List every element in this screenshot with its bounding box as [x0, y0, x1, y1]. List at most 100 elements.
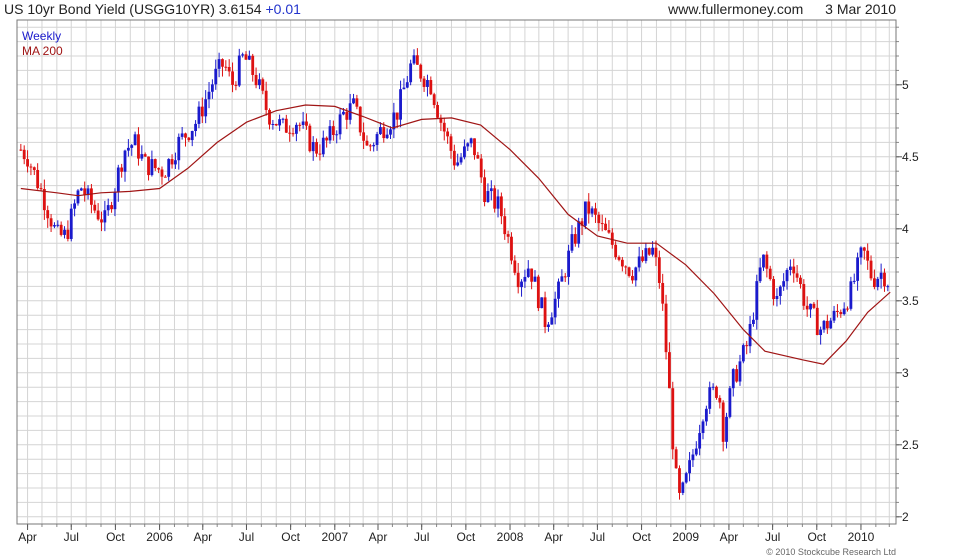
- candle-body: [207, 91, 211, 100]
- candle-body: [547, 324, 550, 328]
- candle-body: [671, 388, 675, 450]
- candle-body: [210, 84, 214, 92]
- candle-body: [274, 123, 278, 126]
- candle-body: [708, 387, 712, 409]
- candle-body: [583, 201, 587, 226]
- candle-body: [540, 297, 544, 309]
- candle-body: [617, 257, 621, 260]
- candle-body: [288, 132, 292, 134]
- candle-body: [691, 454, 695, 461]
- candle-body: [563, 276, 567, 278]
- candle-body: [284, 118, 288, 133]
- candle-body: [738, 361, 742, 382]
- candle-body: [368, 145, 372, 147]
- candle-body: [799, 277, 802, 285]
- candle-body: [560, 276, 564, 282]
- candle-body: [614, 244, 618, 258]
- candle-body: [402, 87, 406, 90]
- candle-body: [463, 146, 466, 158]
- candle-body: [802, 284, 806, 306]
- candle-body: [305, 121, 308, 126]
- candle-body: [214, 68, 218, 85]
- candle-body: [133, 134, 137, 146]
- candle-series: [19, 48, 890, 500]
- candle-body: [533, 276, 537, 282]
- candle-body: [345, 111, 349, 120]
- candle-body: [762, 254, 765, 268]
- candle-body: [856, 257, 860, 281]
- candle-body: [876, 278, 880, 288]
- candle-body: [836, 310, 839, 313]
- candle-body: [577, 221, 581, 244]
- candle-body: [120, 167, 124, 172]
- candle-body: [93, 204, 97, 211]
- candle-body: [422, 78, 426, 87]
- candle-body: [254, 74, 258, 86]
- candle-body: [792, 266, 796, 274]
- candle-body: [32, 167, 36, 170]
- candle-body: [550, 317, 554, 325]
- candle-body: [281, 118, 285, 120]
- candle-body: [772, 279, 775, 300]
- x-tick-label: Jul: [239, 530, 254, 544]
- candle-body: [26, 159, 29, 167]
- candle-body: [389, 129, 392, 135]
- x-tick-label: Oct: [632, 530, 651, 544]
- candle-body: [301, 121, 305, 125]
- candle-body: [520, 281, 523, 288]
- candle-body: [96, 210, 100, 220]
- candle-body: [647, 248, 651, 255]
- candle-body: [587, 201, 591, 214]
- candle-body: [19, 149, 23, 151]
- candle-body: [530, 268, 534, 282]
- candle-body: [711, 386, 715, 388]
- candle-body: [271, 123, 275, 125]
- candle-body: [110, 205, 113, 210]
- candle-body: [244, 54, 248, 60]
- candle-body: [718, 397, 722, 403]
- candle-body: [197, 106, 201, 124]
- candle-body: [375, 134, 379, 145]
- candle-body: [385, 134, 389, 139]
- candle-body: [123, 150, 127, 172]
- candle-body: [153, 159, 157, 169]
- candle-body: [681, 482, 685, 493]
- candle-body: [126, 147, 130, 151]
- candle-body: [140, 154, 144, 159]
- candle-body: [886, 286, 890, 288]
- candle-body: [372, 144, 376, 147]
- x-tick-label: 2010: [848, 530, 875, 544]
- candle-body: [825, 320, 829, 329]
- candle-body: [204, 99, 208, 117]
- y-tick-label: 5: [902, 78, 909, 92]
- candle-body: [415, 55, 419, 65]
- candle-body: [459, 157, 463, 163]
- candle-body: [731, 369, 735, 389]
- candle-body: [331, 126, 335, 135]
- candle-body: [721, 402, 725, 442]
- candle-body: [715, 386, 718, 398]
- candle-body: [590, 208, 594, 214]
- candle-body: [59, 224, 63, 235]
- candle-body: [294, 124, 298, 134]
- yield-chart: 2 2.5 3 3.5 4 4.5 5 Apr Jul Oct 2006 Apr Jul Oct 2007 A…: [16, 19, 919, 544]
- candle-body: [22, 149, 26, 160]
- candle-body: [358, 106, 362, 133]
- candle-body: [644, 248, 648, 261]
- candle-body: [752, 319, 755, 324]
- candle-body: [352, 98, 355, 104]
- candle-body: [805, 305, 809, 310]
- candle-body: [190, 130, 194, 141]
- candle-body: [426, 80, 429, 87]
- candle-body: [499, 196, 503, 217]
- candle-body: [758, 267, 762, 282]
- candle-body: [483, 177, 486, 202]
- candle-body: [674, 449, 678, 469]
- candle-body: [728, 388, 732, 417]
- candle-body: [395, 112, 399, 120]
- candle-body: [698, 433, 702, 449]
- candle-body: [194, 123, 197, 131]
- ma200-line: [20, 104, 891, 365]
- candle-body: [436, 105, 439, 118]
- candle-body: [866, 250, 870, 261]
